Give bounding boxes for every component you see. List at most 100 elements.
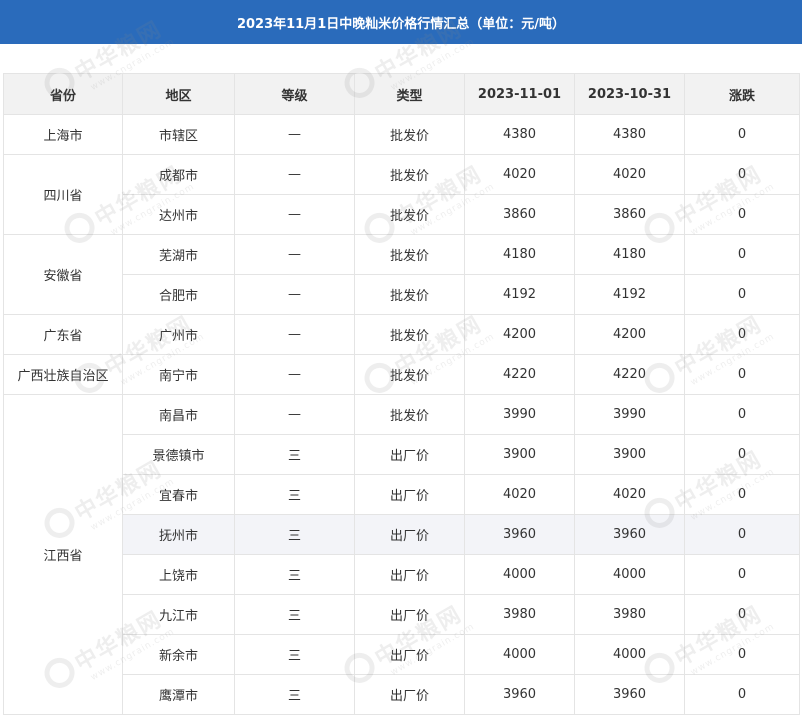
type-cell: 批发价 — [354, 314, 465, 355]
header-change: 涨跌 — [684, 73, 800, 115]
province-cell: 江西省 — [3, 394, 123, 715]
region-cell: 市辖区 — [122, 114, 235, 155]
header-type: 类型 — [354, 73, 465, 115]
table-row: 四川省 成都市 — 批发价 4020 4020 0 — [3, 154, 800, 235]
grade-cell: — — [234, 154, 355, 195]
table-row: 安徽省 芜湖市 — 批发价 4180 4180 0 — [3, 234, 800, 315]
table-row: 上海市 市辖区 — 批发价 4380 4380 0 — [3, 114, 800, 155]
grade-cell: 三 — [234, 594, 355, 635]
region-cell: 合肥市 — [122, 274, 235, 315]
type-cell: 批发价 — [354, 354, 465, 395]
type-cell: 批发价 — [354, 274, 465, 315]
region-cell: 广州市 — [122, 314, 235, 355]
price-current-cell: 4220 — [464, 354, 575, 395]
type-cell: 出厂价 — [354, 594, 465, 635]
price-current-cell: 4020 — [464, 474, 575, 515]
price-current-cell: 4000 — [464, 634, 575, 675]
price-previous-cell: 4380 — [574, 114, 685, 155]
price-previous-cell: 4192 — [574, 274, 685, 315]
price-current-cell: 3990 — [464, 394, 575, 435]
price-previous-cell: 4020 — [574, 474, 685, 515]
grade-cell: — — [234, 314, 355, 355]
change-cell: 0 — [684, 354, 800, 395]
province-cell: 广西壮族自治区 — [3, 354, 123, 395]
table-row: 新余市 三 出厂价 4000 4000 0 — [4, 634, 800, 675]
type-cell: 出厂价 — [354, 514, 465, 555]
region-cell: 九江市 — [122, 594, 235, 635]
price-current-cell: 4192 — [464, 274, 575, 315]
grade-cell: — — [234, 114, 355, 155]
table-row: 鹰潭市 三 出厂价 3960 3960 0 — [4, 674, 800, 715]
header-region: 地区 — [122, 73, 235, 115]
region-cell: 芜湖市 — [122, 234, 235, 275]
province-cell: 上海市 — [3, 114, 123, 155]
type-cell: 批发价 — [354, 114, 465, 155]
grade-cell: 三 — [234, 434, 355, 475]
change-cell: 0 — [684, 434, 800, 475]
province-cell: 广东省 — [3, 314, 123, 355]
region-cell: 鹰潭市 — [122, 674, 235, 715]
region-cell: 上饶市 — [122, 554, 235, 595]
header-grade: 等级 — [234, 73, 355, 115]
price-current-cell: 4020 — [464, 154, 575, 195]
change-cell: 0 — [684, 114, 800, 155]
table-row: 合肥市 — 批发价 4192 4192 0 — [4, 274, 800, 315]
change-cell: 0 — [684, 594, 800, 635]
price-previous-cell: 3900 — [574, 434, 685, 475]
table-row: 九江市 三 出厂价 3980 3980 0 — [4, 594, 800, 635]
region-cell: 新余市 — [122, 634, 235, 675]
type-cell: 批发价 — [354, 234, 465, 275]
change-cell: 0 — [684, 634, 800, 675]
type-cell: 出厂价 — [354, 554, 465, 595]
price-table: 省份 地区 等级 类型 2023-11-01 2023-10-31 涨跌 上海市… — [3, 73, 800, 715]
price-previous-cell: 3960 — [574, 674, 685, 715]
price-current-cell: 3980 — [464, 594, 575, 635]
type-cell: 出厂价 — [354, 674, 465, 715]
region-cell: 南宁市 — [122, 354, 235, 395]
type-cell: 出厂价 — [354, 434, 465, 475]
price-current-cell: 4180 — [464, 234, 575, 275]
table-header-row: 省份 地区 等级 类型 2023-11-01 2023-10-31 涨跌 — [3, 73, 800, 115]
price-current-cell: 3900 — [464, 434, 575, 475]
price-current-cell: 4000 — [464, 554, 575, 595]
region-cell: 达州市 — [122, 194, 235, 235]
change-cell: 0 — [684, 554, 800, 595]
grade-cell: — — [234, 354, 355, 395]
change-cell: 0 — [684, 514, 800, 555]
price-previous-cell: 4000 — [574, 634, 685, 675]
price-previous-cell: 4220 — [574, 354, 685, 395]
table-row: 上饶市 三 出厂价 4000 4000 0 — [4, 554, 800, 595]
region-cell: 抚州市 — [122, 514, 235, 555]
type-cell: 批发价 — [354, 154, 465, 195]
grade-cell: 三 — [234, 514, 355, 555]
region-cell: 景德镇市 — [122, 434, 235, 475]
price-previous-cell: 3980 — [574, 594, 685, 635]
grade-cell: 三 — [234, 634, 355, 675]
grade-cell: — — [234, 394, 355, 435]
header-province: 省份 — [3, 73, 123, 115]
grade-cell: 三 — [234, 554, 355, 595]
grade-cell: — — [234, 234, 355, 275]
grade-cell: — — [234, 194, 355, 235]
header-date-previous: 2023-10-31 — [574, 73, 685, 115]
price-previous-cell: 4180 — [574, 234, 685, 275]
table-row-highlighted: 抚州市 三 出厂价 3960 3960 0 — [4, 514, 800, 555]
grade-cell: 三 — [234, 674, 355, 715]
type-cell: 批发价 — [354, 394, 465, 435]
price-previous-cell: 4000 — [574, 554, 685, 595]
price-previous-cell: 4200 — [574, 314, 685, 355]
price-previous-cell: 3990 — [574, 394, 685, 435]
change-cell: 0 — [684, 154, 800, 195]
price-previous-cell: 3860 — [574, 194, 685, 235]
province-cell: 安徽省 — [3, 234, 123, 315]
change-cell: 0 — [684, 234, 800, 275]
change-cell: 0 — [684, 194, 800, 235]
type-cell: 批发价 — [354, 194, 465, 235]
region-cell: 南昌市 — [122, 394, 235, 435]
price-current-cell: 3860 — [464, 194, 575, 235]
province-cell: 四川省 — [3, 154, 123, 235]
price-current-cell: 4200 — [464, 314, 575, 355]
region-cell: 成都市 — [122, 154, 235, 195]
table-row: 江西省 南昌市 — 批发价 3990 3990 0 — [3, 394, 800, 715]
type-cell: 出厂价 — [354, 634, 465, 675]
